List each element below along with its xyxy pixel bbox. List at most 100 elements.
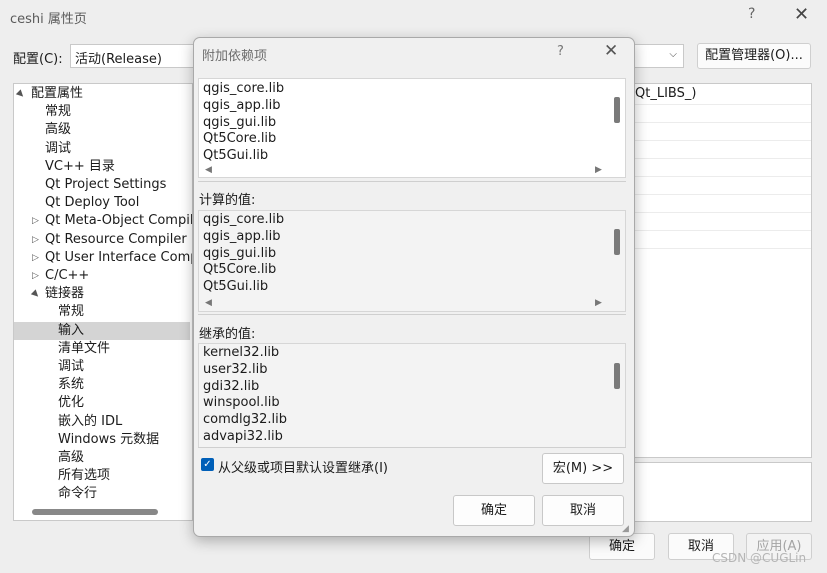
dependency-line[interactable]: qgis_app.lib	[203, 97, 280, 114]
section-divider	[198, 447, 626, 448]
tree-item[interactable]: ▷ Qt User Interface Compi	[14, 249, 193, 267]
tree-item-label: 系统	[58, 377, 85, 393]
inherited-value-line: gdi32.lib	[203, 378, 260, 394]
tree-item[interactable]: 清单文件	[14, 340, 190, 358]
property-tree[interactable]: ▲ 配置属性 常规 高级 调试 VC++ 目录 Qt Project Settings Qt …	[13, 83, 193, 521]
tree-item[interactable]: 系统	[14, 376, 190, 394]
tree-item-label: 常规	[58, 304, 85, 320]
tree-item[interactable]: 高级	[14, 449, 190, 467]
dialog-cancel-button[interactable]: 取消	[542, 495, 624, 526]
section-divider	[198, 181, 626, 182]
grid-row-divider	[631, 248, 811, 249]
macro-button[interactable]: 宏(M) >>	[542, 453, 624, 484]
tree-item[interactable]: 常规	[14, 303, 190, 321]
expand-icon[interactable]: ▷	[32, 231, 39, 249]
dialog-close-icon[interactable]: ✕	[604, 41, 618, 61]
tree-item[interactable]: VC++ 目录	[14, 158, 190, 176]
computed-value-line: qgis_core.lib	[203, 212, 285, 227]
grid-row-divider	[631, 140, 811, 141]
scroll-left-icon[interactable]: ◀	[205, 298, 212, 308]
tree-item[interactable]: ▷ C/C++	[14, 267, 190, 285]
inherited-values-label: 继承的值:	[199, 327, 256, 342]
tree-item[interactable]: 嵌入的 IDL	[14, 413, 190, 431]
resize-grip-icon[interactable]: ◢	[622, 524, 629, 534]
tree-item-label: Qt Resource Compiler	[45, 231, 187, 247]
tree-item-label: 调试	[45, 140, 72, 156]
additional-dependencies-dialog: 附加依赖项 ? ✕ ◀ ▶ qgis_core.lib qgis_app.lib q…	[193, 37, 635, 537]
configuration-label: 配置(C):	[13, 52, 63, 67]
inherited-value-line: user32.lib	[203, 361, 268, 377]
ok-button[interactable]: 确定	[589, 533, 655, 560]
tree-horizontal-scrollbar[interactable]	[32, 509, 158, 515]
watermark: CSDN @CUGLin	[712, 551, 807, 565]
tree-item-label: 高级	[58, 450, 85, 465]
collapse-icon[interactable]: ▲	[27, 285, 45, 303]
tree-item-label: 命令行	[58, 486, 98, 502]
dependency-line[interactable]: Qt5Gui.lib	[203, 147, 268, 164]
property-grid[interactable]: Qt_LIBS_)	[630, 83, 812, 458]
tree-item-label: Qt User Interface Compi	[45, 249, 193, 265]
tree-item[interactable]: 调试	[14, 358, 190, 376]
scroll-left-icon[interactable]: ◀	[205, 165, 212, 175]
grid-row-divider	[631, 158, 811, 159]
tree-item-label: Qt Project Settings	[45, 177, 167, 192]
tree-item[interactable]: Qt Deploy Tool	[14, 194, 190, 212]
close-icon[interactable]: ✕	[794, 4, 809, 25]
tree-item[interactable]: ▷ Qt Meta-Object Compil	[14, 212, 192, 230]
grid-row-divider	[631, 212, 811, 213]
grid-value[interactable]: Qt_LIBS_)	[635, 86, 696, 101]
inherit-checkbox[interactable]: ✓	[201, 458, 214, 471]
tree-item-label: 输入	[58, 322, 85, 338]
inherited-value-line: comdlg32.lib	[203, 412, 288, 428]
dialog-help-icon[interactable]: ?	[557, 44, 564, 59]
configuration-manager-button[interactable]: 配置管理器(O)...	[697, 43, 811, 69]
tree-item-label: 高级	[45, 122, 72, 138]
tree-item[interactable]: 所有选项	[14, 467, 190, 485]
dependency-line[interactable]: Qt5Core.lib	[203, 130, 276, 147]
dialog-ok-button[interactable]: 确定	[453, 495, 535, 526]
dependencies-input[interactable]: ◀ ▶ qgis_core.lib qgis_app.lib qgis_gui.li…	[198, 78, 626, 178]
tree-item-label: 清单文件	[58, 340, 111, 356]
tree-item[interactable]: ▲ 配置属性	[14, 85, 190, 103]
computed-value-line: Qt5Gui.lib	[203, 279, 269, 295]
tree-item-label: VC++ 目录	[45, 158, 115, 174]
expand-icon[interactable]: ▷	[32, 212, 39, 230]
tree-item[interactable]: 调试	[14, 140, 190, 158]
grid-row-divider	[631, 230, 811, 231]
tree-item-label: 链接器	[45, 286, 85, 302]
tree-item[interactable]: 常规	[14, 103, 190, 121]
scroll-right-icon[interactable]: ▶	[595, 165, 602, 175]
tree-item-label: C/C++	[45, 268, 90, 283]
tree-item[interactable]: 优化	[14, 394, 190, 412]
window-title: ceshi 属性页	[10, 12, 87, 27]
chevron-down-icon: ⌵	[669, 49, 677, 60]
tree-item[interactable]: ▷ Qt Resource Compiler	[14, 231, 190, 249]
configuration-select[interactable]: 活动(Release)	[70, 44, 194, 68]
tree-item[interactable]: 命令行	[14, 485, 190, 503]
collapse-icon[interactable]: ▲	[14, 85, 29, 103]
inherit-checkbox-label[interactable]: 从父级或项目默认设置继承(I)	[218, 457, 388, 476]
dependency-line[interactable]: qgis_gui.lib	[203, 114, 276, 131]
grid-row-divider	[631, 122, 811, 123]
tree-item[interactable]: Windows 元数据	[14, 431, 190, 449]
expand-icon[interactable]: ▷	[32, 267, 39, 285]
grid-row-divider	[631, 194, 811, 195]
computed-value-line: Qt5Core.lib	[203, 262, 277, 278]
inherited-value-line: kernel32.lib	[203, 345, 280, 360]
input-vertical-scrollbar[interactable]	[614, 97, 620, 123]
tree-item-label: 调试	[58, 359, 85, 374]
tree-item-label: Qt Deploy Tool	[45, 195, 140, 211]
tree-item[interactable]: Qt Project Settings	[14, 176, 190, 194]
platform-select[interactable]: ⌵	[634, 44, 684, 68]
computed-vertical-scrollbar[interactable]	[614, 229, 620, 255]
grid-row-divider	[631, 176, 811, 177]
section-divider	[198, 314, 626, 315]
dependency-line[interactable]: qgis_core.lib	[203, 80, 284, 97]
expand-icon[interactable]: ▷	[32, 249, 39, 267]
tree-item[interactable]: 输入	[14, 321, 190, 340]
inherited-vertical-scrollbar[interactable]	[614, 363, 620, 389]
scroll-right-icon[interactable]: ▶	[595, 298, 602, 308]
tree-item[interactable]: 高级	[14, 121, 190, 139]
tree-item[interactable]: ▲ 链接器	[14, 285, 190, 303]
help-icon[interactable]: ?	[748, 6, 755, 22]
